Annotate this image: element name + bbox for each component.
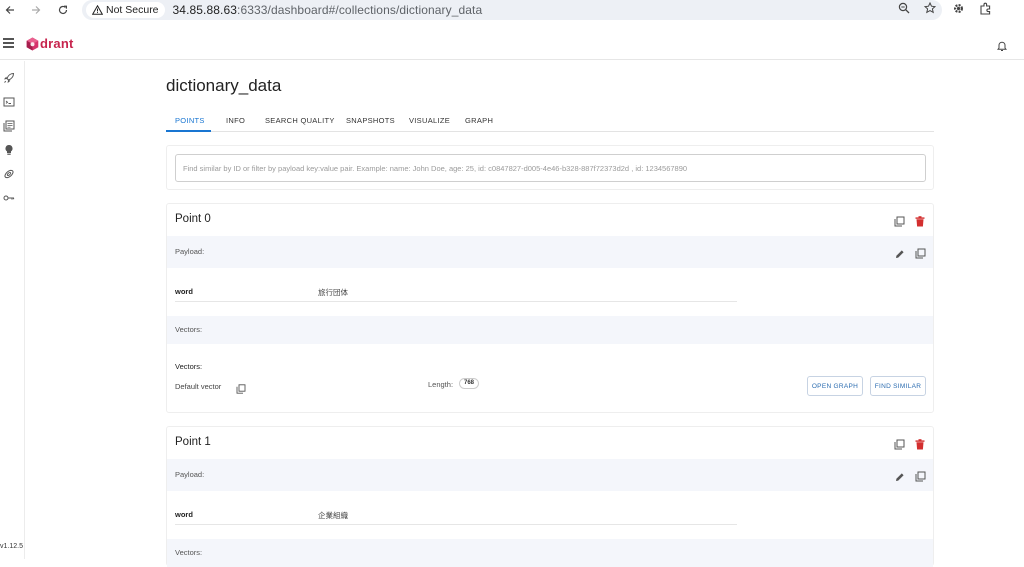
security-label: Not Secure: [106, 4, 159, 16]
copy-icon[interactable]: [894, 214, 906, 227]
payload-label: Payload:: [175, 470, 205, 479]
url-host: 34.85.88.63: [172, 3, 238, 17]
active-tab-indicator: [166, 130, 211, 132]
tab-search-quality[interactable]: SEARCH QUALITY: [265, 116, 335, 125]
rocket-icon[interactable]: [3, 71, 15, 84]
delete-icon[interactable]: [915, 214, 927, 227]
url-text: 34.85.88.63:6333/dashboard#/collections/…: [173, 3, 483, 17]
reload-icon[interactable]: [53, 0, 73, 20]
vectors-band: Vectors:: [167, 539, 933, 567]
console-icon[interactable]: [3, 95, 15, 107]
delete-icon[interactable]: [915, 437, 927, 450]
tab-visualize[interactable]: VISUALIZE: [409, 116, 450, 125]
tab-bar: POINTS INFO SEARCH QUALITY SNAPSHOTS VIS…: [166, 110, 934, 132]
forward-arrow-icon[interactable]: [26, 0, 46, 20]
length-label: Length:: [428, 380, 454, 389]
warning-icon: [92, 5, 103, 15]
sidebar: [0, 61, 25, 559]
point-card: Point 0 Payload: word 旅行団体 Vectors: Vect…: [166, 203, 934, 413]
tab-graph[interactable]: GRAPH: [465, 116, 493, 125]
menu-icon[interactable]: [3, 38, 14, 48]
vectors-band: Vectors:: [167, 316, 933, 344]
vectors-band-label: Vectors:: [175, 325, 203, 334]
point-title: Point 1: [175, 436, 211, 448]
open-graph-button[interactable]: OPEN GRAPH: [807, 376, 863, 396]
address-bar[interactable]: Not Secure 34.85.88.63:6333/dashboard#/c…: [82, 0, 942, 20]
datasets-icon[interactable]: [3, 167, 15, 179]
payload-band: Payload:: [167, 236, 933, 268]
point-card: Point 1 Payload: word 企業組織 Vectors:: [166, 426, 934, 567]
payload-band: Payload:: [167, 459, 933, 491]
logo-cube-icon: [26, 37, 39, 50]
qdrant-logo[interactable]: drant: [26, 36, 74, 51]
length-chip: 768: [459, 378, 480, 389]
back-arrow-icon[interactable]: [0, 0, 20, 20]
logo-text: drant: [40, 36, 74, 51]
copy-icon[interactable]: [894, 437, 906, 450]
url-path: :6333/dashboard#/collections/dictionary_…: [237, 3, 483, 17]
vectors-band-label: Vectors:: [175, 548, 203, 557]
copy-payload-icon[interactable]: [915, 469, 927, 482]
edit-pencil-icon[interactable]: [895, 469, 907, 481]
security-chip[interactable]: Not Secure: [86, 2, 165, 18]
lightbulb-icon[interactable]: [3, 143, 15, 155]
version-label: v1.12.5: [0, 543, 23, 550]
zoom-icon[interactable]: [898, 2, 910, 17]
tab-points[interactable]: POINTS: [175, 116, 205, 125]
bookmark-star-icon[interactable]: [923, 1, 937, 17]
payload-key: word: [175, 510, 193, 519]
payload-label: Payload:: [175, 247, 205, 256]
search-input[interactable]: [175, 154, 926, 182]
tab-info[interactable]: INFO: [226, 116, 245, 125]
payload-value: 旅行団体: [318, 288, 348, 297]
tab-snapshots[interactable]: SNAPSHOTS: [346, 116, 395, 125]
payload-key: word: [175, 287, 193, 296]
copy-payload-icon[interactable]: [915, 246, 927, 259]
vectors-heading: Vectors:: [175, 362, 203, 371]
extensions-puzzle-icon[interactable]: [979, 2, 992, 18]
key-icon[interactable]: [3, 191, 15, 203]
page-title: dictionary_data: [166, 76, 282, 95]
app-header: drant: [0, 28, 1024, 60]
browser-toolbar: Not Secure 34.85.88.63:6333/dashboard#/c…: [0, 0, 1024, 22]
search-panel: [166, 145, 934, 190]
payload-row: word 旅行団体: [175, 282, 737, 302]
point-title: Point 0: [175, 213, 211, 225]
find-similar-button[interactable]: FIND SIMILAR: [870, 376, 926, 396]
payload-row: word 企業組織: [175, 505, 737, 525]
collections-icon[interactable]: [3, 119, 15, 132]
payload-value: 企業組織: [318, 511, 348, 520]
extension-gear-icon[interactable]: [952, 2, 965, 18]
vector-name: Default vector: [175, 382, 222, 391]
edit-pencil-icon[interactable]: [895, 246, 907, 258]
copy-vector-icon[interactable]: [236, 381, 246, 394]
notification-bell-icon[interactable]: [996, 39, 1008, 57]
